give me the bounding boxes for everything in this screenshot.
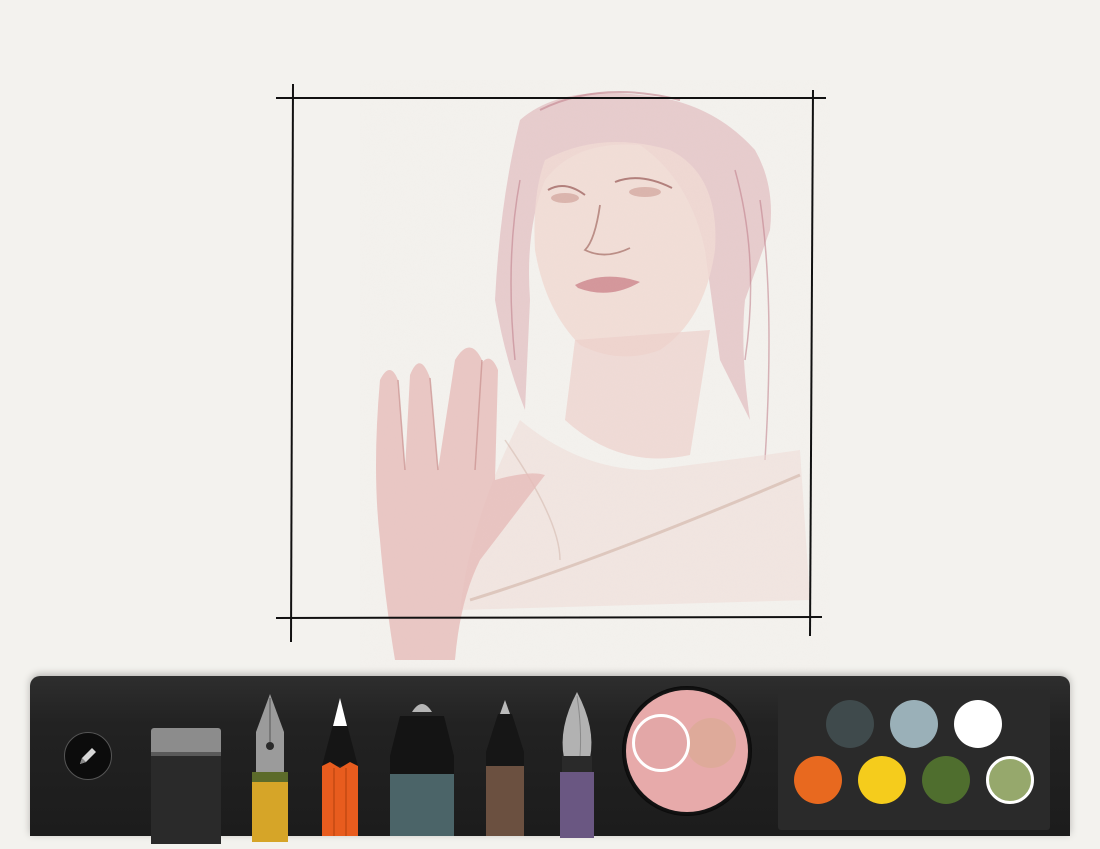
color-swatch-dark-slate[interactable]	[826, 700, 874, 748]
color-swatch-light-blue[interactable]	[890, 700, 938, 748]
current-color-indicator[interactable]	[632, 714, 690, 772]
mixer-canvas[interactable]	[626, 690, 748, 812]
mixer-blend	[686, 718, 736, 768]
pencil-tool[interactable]	[318, 696, 362, 836]
brush-tool[interactable]	[552, 688, 602, 838]
color-swatch-white[interactable]	[954, 700, 1002, 748]
marker-icon	[390, 704, 454, 836]
fountain-pen-icon	[252, 694, 288, 842]
color-swatch-yellow[interactable]	[858, 756, 906, 804]
pen-icon	[486, 700, 524, 836]
pencil-icon	[80, 748, 96, 764]
color-swatch-orange[interactable]	[794, 756, 842, 804]
fountain-pen-tool[interactable]	[248, 692, 292, 842]
sketch-artwork	[360, 80, 830, 670]
color-swatch-green[interactable]	[922, 756, 970, 804]
tools-tray	[30, 676, 1070, 844]
pencil-tool-icon	[322, 698, 358, 836]
eraser-icon	[151, 728, 221, 844]
color-swatch-sage[interactable]	[986, 756, 1034, 804]
pen-tool[interactable]	[480, 696, 530, 836]
color-palette	[778, 690, 1050, 830]
eraser-tool[interactable]	[148, 724, 224, 844]
color-mixer[interactable]	[622, 686, 752, 816]
marker-tool[interactable]	[386, 696, 458, 836]
brush-icon	[560, 692, 594, 838]
pencil-mode-button[interactable]	[64, 732, 112, 780]
